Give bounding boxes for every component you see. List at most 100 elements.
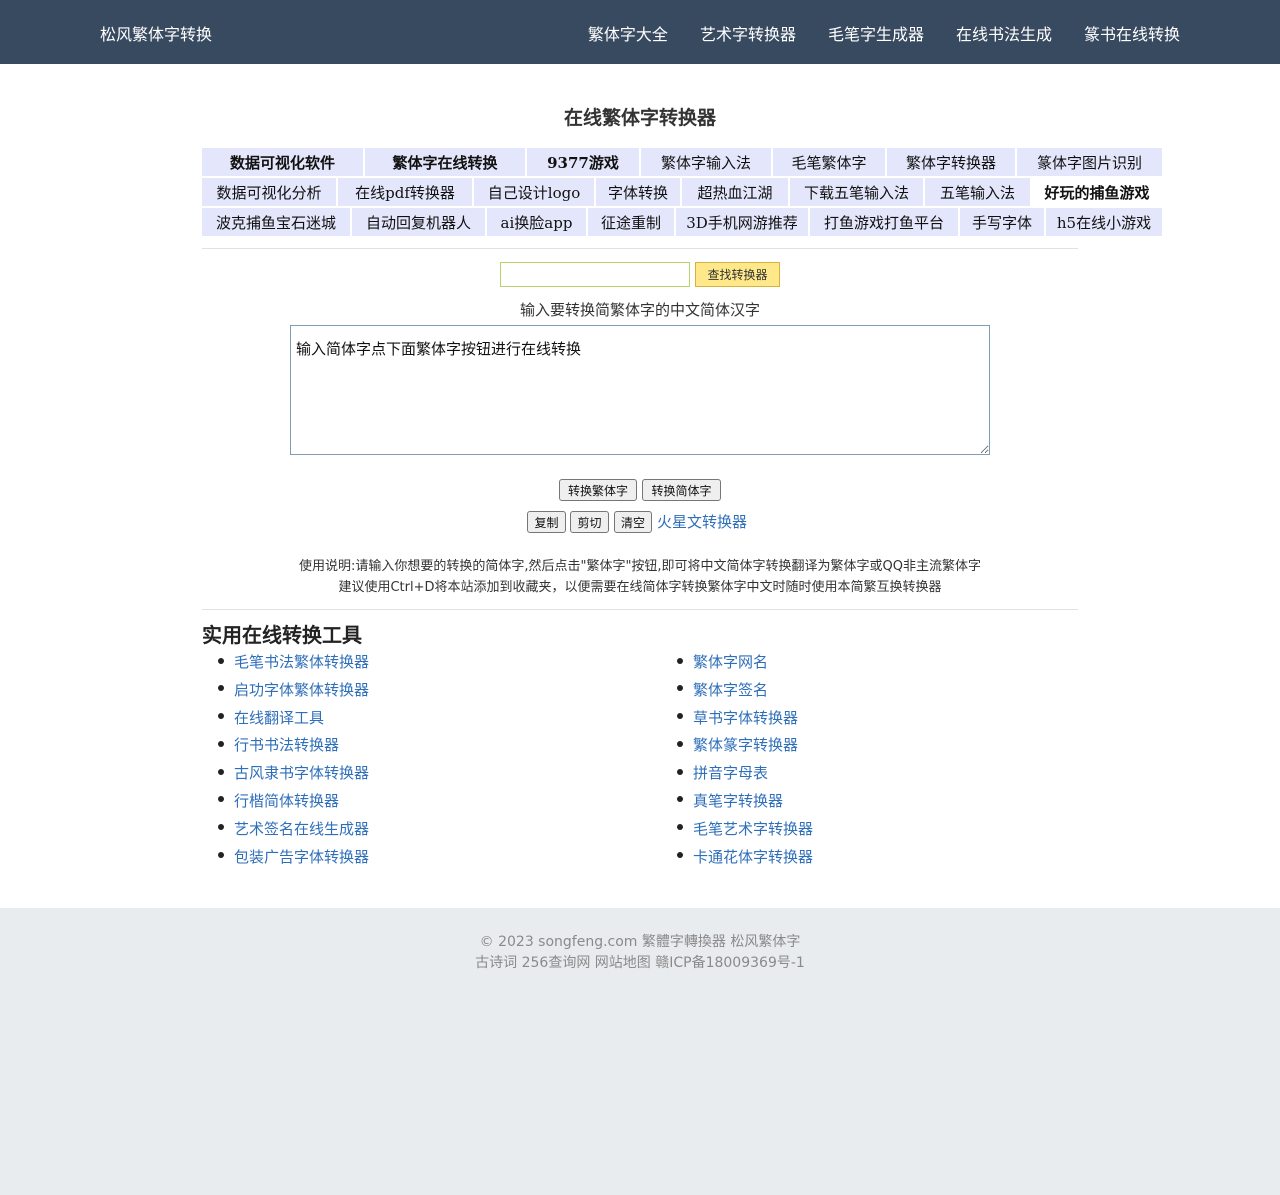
ad-link[interactable]: 好玩的捕鱼游戏 [1031,177,1163,207]
list-item: 在线翻译工具 [218,706,369,734]
ad-row: 数据可视化软件 繁体字在线转换 9377游戏 繁体字输入法 毛笔繁体字 繁体字转… [201,147,1163,177]
footer: © 2023 songfeng.com 繁體字轉換器 松风繁体字 古诗词 256… [0,908,1280,1195]
ad-link[interactable]: 波克捕鱼宝石迷城 [201,207,351,237]
list-item: 启功字体繁体转换器 [218,678,369,706]
convert-to-traditional-button[interactable]: 转换繁体字 [559,479,637,501]
tool-link[interactable]: 卡通花体字转换器 [693,848,813,866]
top-navbar: 松风繁体字转换 繁体字大全 艺术字转换器 毛笔字生成器 在线书法生成 篆书在线转… [0,0,1280,64]
ad-link[interactable]: 数据可视化分析 [201,177,337,207]
site-brand-link[interactable]: 松风繁体字转换 [100,21,212,45]
tool-link[interactable]: 艺术签名在线生成器 [234,820,369,838]
list-item: 真笔字转换器 [677,789,813,817]
nav-link-art-text[interactable]: 艺术字转换器 [700,21,796,45]
bullet-icon [218,824,224,831]
ad-link[interactable]: 繁体字在线转换 [364,147,526,177]
ad-link[interactable]: h5在线小游戏 [1045,207,1163,237]
usage-line-2: 建议使用Ctrl+D将本站添加到收藏夹，以便需要在线简体字转换繁体字中文时随时使… [338,580,942,595]
tool-link[interactable]: 启功字体繁体转换器 [234,681,369,699]
bullet-icon [218,796,224,803]
ad-link[interactable]: 在线pdf转换器 [337,177,473,207]
tool-link[interactable]: 毛笔艺术字转换器 [693,820,813,838]
bullet-icon [677,657,683,664]
list-item: 艺术签名在线生成器 [218,817,369,845]
tools-column-left: 毛笔书法繁体转换器 启功字体繁体转换器 在线翻译工具 行书书法转换器 古风隶书字… [218,650,369,872]
bullet-icon [218,713,224,720]
tool-link[interactable]: 真笔字转换器 [693,792,783,810]
ad-link[interactable]: 毛笔繁体字 [772,147,886,177]
bullet-icon [677,852,683,859]
tool-link[interactable]: 古风隶书字体转换器 [234,764,369,782]
bullet-icon [677,796,683,803]
convert-to-simplified-button[interactable]: 转换简体字 [642,479,721,501]
ad-link[interactable]: 五笔输入法 [924,177,1031,207]
find-converter-button[interactable]: 查找转换器 [695,262,780,287]
converter-textarea[interactable]: 输入简体字点下面繁体字按钮进行在线转换 [290,325,990,455]
nav-link-seal-script[interactable]: 篆书在线转换 [1084,21,1180,45]
ad-link[interactable]: 征途重制 [587,207,675,237]
bullet-icon [218,685,224,692]
list-item: 毛笔艺术字转换器 [677,817,813,845]
ad-link[interactable]: 篆体字图片识别 [1016,147,1163,177]
ad-link[interactable]: 繁体字输入法 [640,147,772,177]
cut-button[interactable]: 剪切 [570,511,609,533]
ad-link[interactable]: 手写字体 [959,207,1045,237]
nav-link-brush-generator[interactable]: 毛笔字生成器 [828,21,924,45]
bullet-icon [677,768,683,775]
list-item: 拼音字母表 [677,761,813,789]
bullet-icon [218,852,224,859]
ad-link[interactable]: 自动回复机器人 [351,207,486,237]
list-item: 繁体篆字转换器 [677,733,813,761]
ad-link[interactable]: 3D手机网游推荐 [675,207,809,237]
converter-input-label: 输入要转换简繁体字的中文简体汉字 [519,301,760,319]
ad-link[interactable]: 超热血江湖 [681,177,789,207]
tool-link[interactable]: 繁体字签名 [693,681,768,699]
list-item: 繁体字网名 [677,650,813,678]
divider [202,609,1078,610]
list-item: 行书书法转换器 [218,733,369,761]
clear-button[interactable]: 清空 [614,511,652,533]
ad-row: 数据可视化分析 在线pdf转换器 自己设计logo 字体转换 超热血江湖 下载五… [201,177,1163,207]
ad-link[interactable]: ai换脸app [486,207,587,237]
converter-search-input[interactable] [500,262,690,287]
sponsored-links: 数据可视化软件 繁体字在线转换 9377游戏 繁体字输入法 毛笔繁体字 繁体字转… [201,147,1163,237]
list-item: 行楷简体转换器 [218,789,369,817]
ad-link[interactable]: 9377游戏 [526,147,640,177]
ad-link[interactable]: 字体转换 [595,177,681,207]
page-title: 在线繁体字转换器 [563,107,716,129]
copy-button[interactable]: 复制 [527,511,566,533]
tool-link[interactable]: 毛笔书法繁体转换器 [234,653,369,671]
ad-link[interactable]: 下载五笔输入法 [789,177,924,207]
divider [202,248,1078,249]
bullet-icon [677,740,683,747]
tool-link[interactable]: 拼音字母表 [693,764,768,782]
tool-link[interactable]: 包装广告字体转换器 [234,848,369,866]
ad-link[interactable]: 数据可视化软件 [201,147,364,177]
tools-column-right: 繁体字网名 繁体字签名 草书字体转换器 繁体篆字转换器 拼音字母表 真笔字转换器… [677,650,813,872]
ad-link[interactable]: 打鱼游戏打鱼平台 [809,207,959,237]
list-item: 古风隶书字体转换器 [218,761,369,789]
tool-link[interactable]: 在线翻译工具 [234,709,324,727]
tool-link[interactable]: 繁体字网名 [693,653,768,671]
list-item: 包装广告字体转换器 [218,845,369,873]
nav-link-traditional-chars[interactable]: 繁体字大全 [588,21,668,45]
tool-link[interactable]: 行书书法转换器 [234,736,339,754]
bullet-icon [677,824,683,831]
footer-links: 古诗词 256查询网 网站地图 赣ICP备18009369号-1 [475,955,805,971]
list-item: 毛笔书法繁体转换器 [218,650,369,678]
usage-instructions: 使用说明:请输入你想要的转换的简体字,然后点击"繁体字"按钮,即可将中文简体字转… [0,556,1280,598]
usage-line-1: 使用说明:请输入你想要的转换的简体字,然后点击"繁体字"按钮,即可将中文简体字转… [298,559,982,574]
tool-link[interactable]: 行楷简体转换器 [234,792,339,810]
bullet-icon [218,657,224,664]
bullet-icon [218,740,224,747]
footer-copyright: © 2023 songfeng.com 繁體字轉換器 松风繁体字 [479,934,801,950]
martian-text-converter-link[interactable]: 火星文转换器 [657,511,747,532]
list-item: 草书字体转换器 [677,706,813,734]
bullet-icon [218,768,224,775]
bullet-icon [677,713,683,720]
tool-link[interactable]: 繁体篆字转换器 [693,736,798,754]
nav-link-calligraphy[interactable]: 在线书法生成 [956,21,1052,45]
tools-section-title: 实用在线转换工具 [202,623,362,647]
ad-link[interactable]: 繁体字转换器 [886,147,1016,177]
ad-link[interactable]: 自己设计logo [473,177,595,207]
tool-link[interactable]: 草书字体转换器 [693,709,798,727]
